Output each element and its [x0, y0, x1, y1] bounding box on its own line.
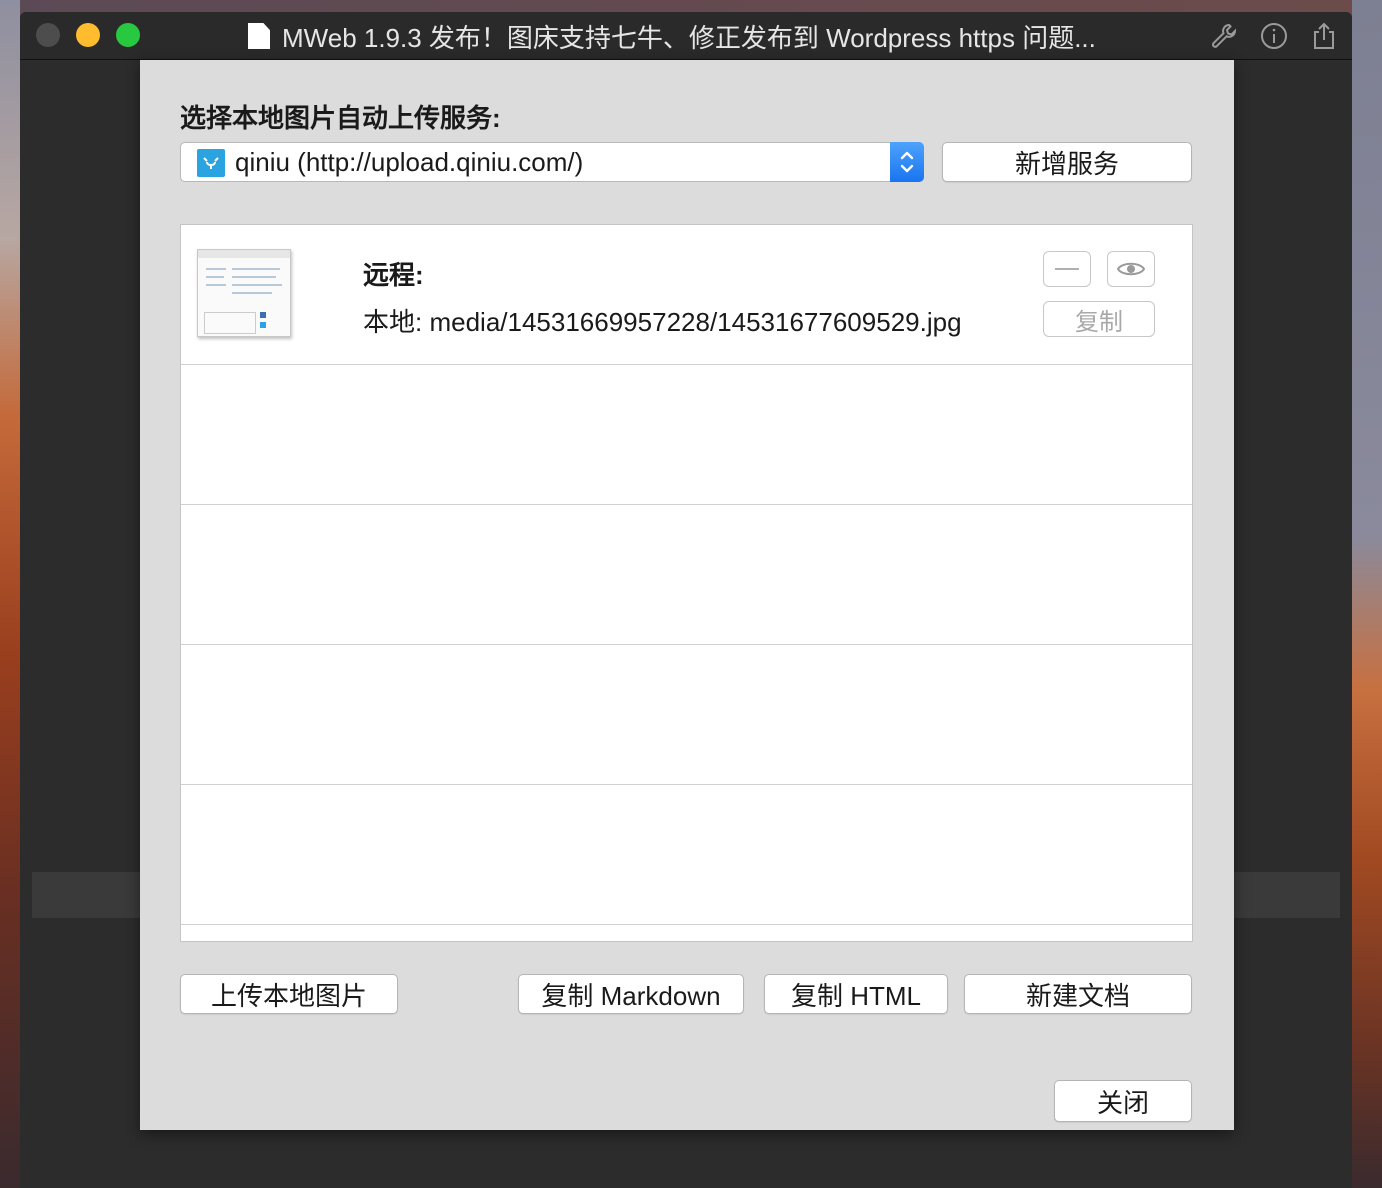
- document-icon: [248, 23, 270, 49]
- window-title-group: MWeb 1.9.3 发布！图床支持七牛、修正发布到 Wordpress htt…: [248, 20, 1096, 53]
- app-window: MWeb 1.9.3 发布！图床支持七牛、修正发布到 Wordpress htt…: [20, 12, 1352, 1188]
- image-thumbnail: [197, 249, 291, 337]
- minus-icon: [1055, 268, 1079, 270]
- title-bar: MWeb 1.9.3 发布！图床支持七牛、修正发布到 Wordpress htt…: [20, 12, 1352, 60]
- service-label: 选择本地图片自动上传服务:: [180, 103, 501, 133]
- image-row-empty: [181, 365, 1192, 505]
- wrench-icon[interactable]: [1208, 20, 1240, 52]
- copy-markdown-button[interactable]: 复制 Markdown: [518, 974, 744, 1014]
- local-path-label: 本地:: [363, 307, 423, 337]
- image-row-empty: [181, 505, 1192, 645]
- share-icon[interactable]: [1308, 20, 1340, 52]
- copy-html-button[interactable]: 复制 HTML: [764, 974, 948, 1014]
- desktop-wallpaper-right: [1352, 0, 1382, 1188]
- upload-local-images-button[interactable]: 上传本地图片: [180, 974, 398, 1014]
- image-row-empty: [181, 645, 1192, 785]
- qiniu-icon: [197, 149, 225, 177]
- window-title: MWeb 1.9.3 发布！图床支持七牛、修正发布到 Wordpress htt…: [282, 22, 1096, 53]
- copy-url-button[interactable]: 复制: [1043, 301, 1155, 337]
- info-icon[interactable]: [1258, 20, 1290, 52]
- service-select-value: qiniu (http://upload.qiniu.com/): [235, 147, 584, 177]
- eye-icon: [1117, 262, 1145, 276]
- local-path-text: 本地: media/14531669957228/14531677609529.…: [363, 302, 962, 339]
- chevron-updown-icon[interactable]: [890, 142, 924, 182]
- image-upload-sheet: 选择本地图片自动上传服务: qiniu (http://upload.qiniu…: [140, 60, 1234, 1130]
- image-list: 远程: 本地: media/14531669957228/14531677609…: [180, 224, 1193, 942]
- add-service-button[interactable]: 新增服务: [942, 142, 1192, 182]
- close-button[interactable]: 关闭: [1054, 1080, 1192, 1122]
- local-path-value: media/14531669957228/14531677609529.jpg: [429, 307, 962, 337]
- window-minimize-button[interactable]: [76, 23, 100, 47]
- remote-url-label: 远程:: [363, 260, 424, 290]
- desktop-wallpaper-left: [0, 0, 20, 1188]
- new-document-button[interactable]: 新建文档: [964, 974, 1192, 1014]
- remove-image-button[interactable]: [1043, 251, 1091, 287]
- window-zoom-button[interactable]: [116, 23, 140, 47]
- image-row[interactable]: 远程: 本地: media/14531669957228/14531677609…: [181, 225, 1192, 365]
- service-select[interactable]: qiniu (http://upload.qiniu.com/): [180, 142, 924, 182]
- image-row-empty: [181, 785, 1192, 925]
- window-close-button[interactable]: [36, 23, 60, 47]
- preview-image-button[interactable]: [1107, 251, 1155, 287]
